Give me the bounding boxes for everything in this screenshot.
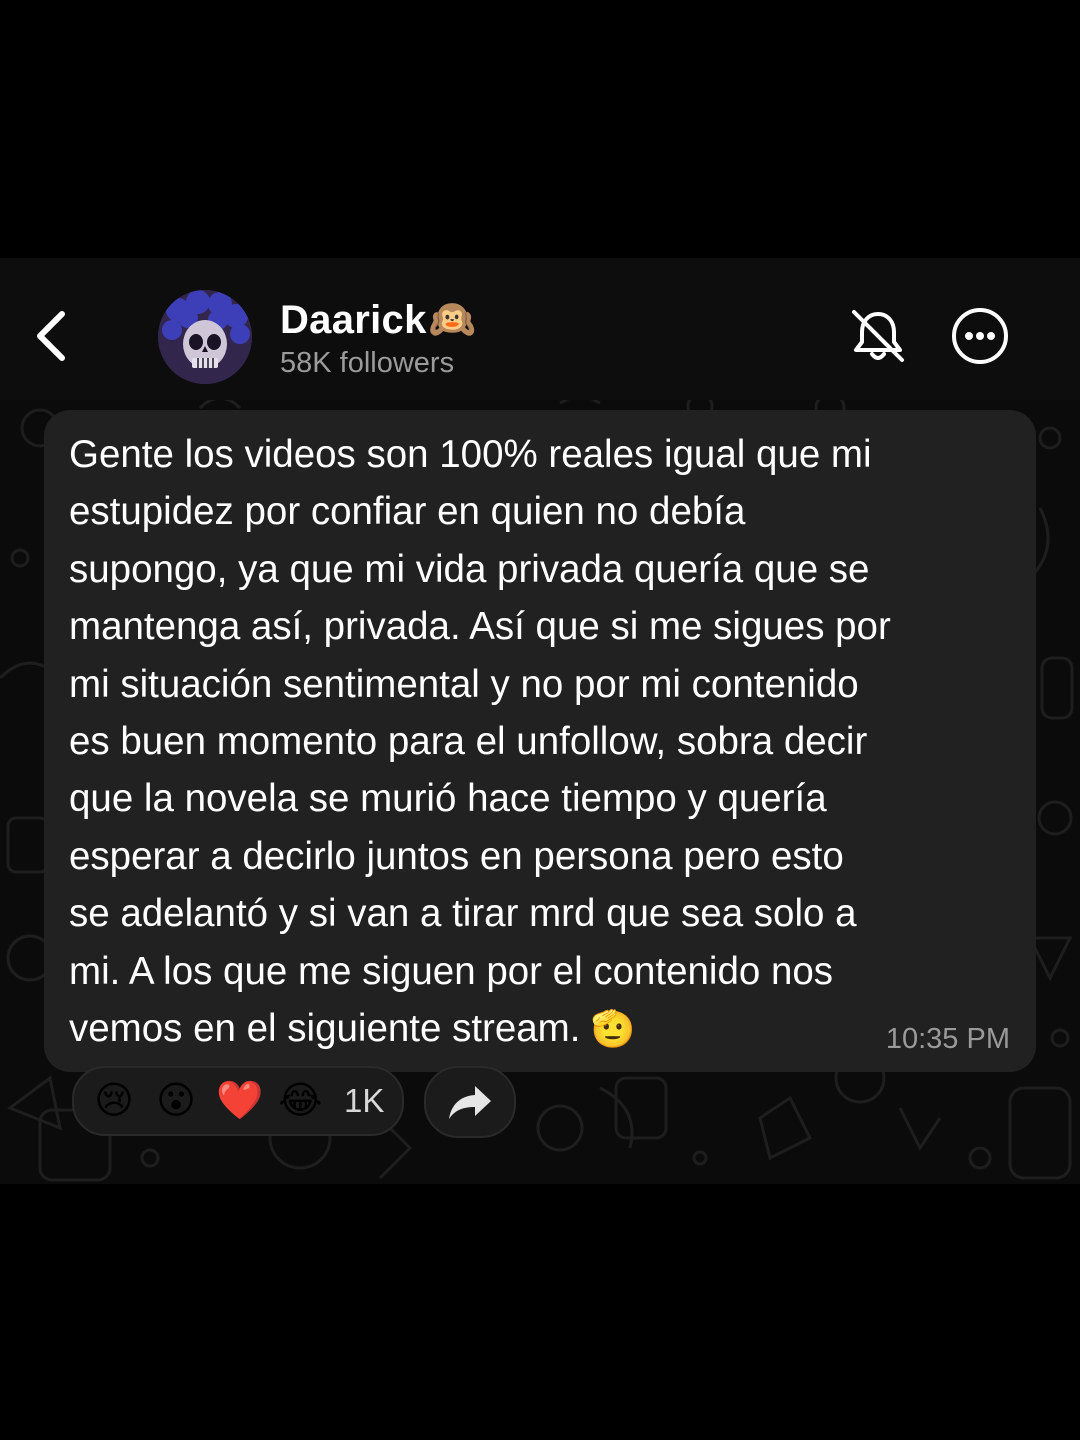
bell-slash-icon [852, 310, 904, 362]
message-bubble[interactable]: Gente los videos son 100% reales igual q… [44, 410, 1036, 1072]
back-button[interactable] [26, 306, 74, 366]
message-last-line: vemos en el siguiente stream. 🫡 [69, 1000, 1012, 1057]
reaction-count: 1K [344, 1082, 385, 1119]
message-text: Gente los videos son 100% reales igual q… [69, 426, 1012, 1057]
channel-title: Daarick🙉 [280, 296, 476, 344]
channel-avatar[interactable] [158, 290, 252, 384]
reactions-bar[interactable]: 😢 😮 ❤️ 😂 1K [72, 1066, 405, 1136]
message-line: mi situación sentimental y no por mi con… [69, 662, 859, 706]
saluting-face-emoji: 🫡 [590, 1008, 636, 1050]
message-line: supongo, ya que mi vida privada quería q… [69, 547, 870, 591]
channel-name-text: Daarick [280, 298, 427, 342]
channel-screen: Daarick🙉 58K followers Gente los videos … [0, 258, 1080, 1184]
channel-header: Daarick🙉 58K followers [0, 258, 1080, 400]
message-line: es buen momento para el unfollow, sobra … [69, 720, 868, 764]
skull-avatar-image [158, 290, 252, 384]
message-line: mantenga así, privada. Así que si me sig… [69, 605, 891, 649]
channel-name-emoji: 🙉 [428, 299, 477, 341]
forward-button[interactable] [424, 1066, 516, 1138]
chevron-left-icon [37, 311, 65, 361]
message-line: Gente los videos son 100% reales igual q… [69, 433, 872, 476]
message-line: estupidez por confiar en quien no debía [69, 490, 746, 534]
message-line: se adelantó y si van a tirar mrd que sea… [69, 892, 857, 936]
reaction-surprised-face[interactable]: 😮 [154, 1081, 198, 1121]
message-line: mi. A los que me siguen por el contenido… [69, 949, 834, 993]
follower-count: 58K followers [280, 347, 455, 379]
message-line: vemos en el siguiente stream. [69, 1007, 581, 1051]
message-line: que la novela se murió hace tiempo y que… [69, 777, 827, 821]
reaction-crying-face[interactable]: 😢 [92, 1081, 136, 1121]
reaction-laughing-face[interactable]: 😂 [278, 1081, 322, 1121]
channel-title-block[interactable]: Daarick🙉 58K followers [280, 296, 476, 382]
message-line: esperar a decirlo juntos en persona pero… [69, 834, 844, 878]
mute-button[interactable] [848, 306, 908, 366]
reaction-red-heart[interactable]: ❤️ [216, 1081, 263, 1121]
message-timestamp: 10:35 PM [885, 1023, 1010, 1055]
share-arrow-icon [449, 1086, 491, 1119]
ellipsis-circle-icon [952, 308, 1008, 364]
more-options-button[interactable] [950, 306, 1010, 366]
